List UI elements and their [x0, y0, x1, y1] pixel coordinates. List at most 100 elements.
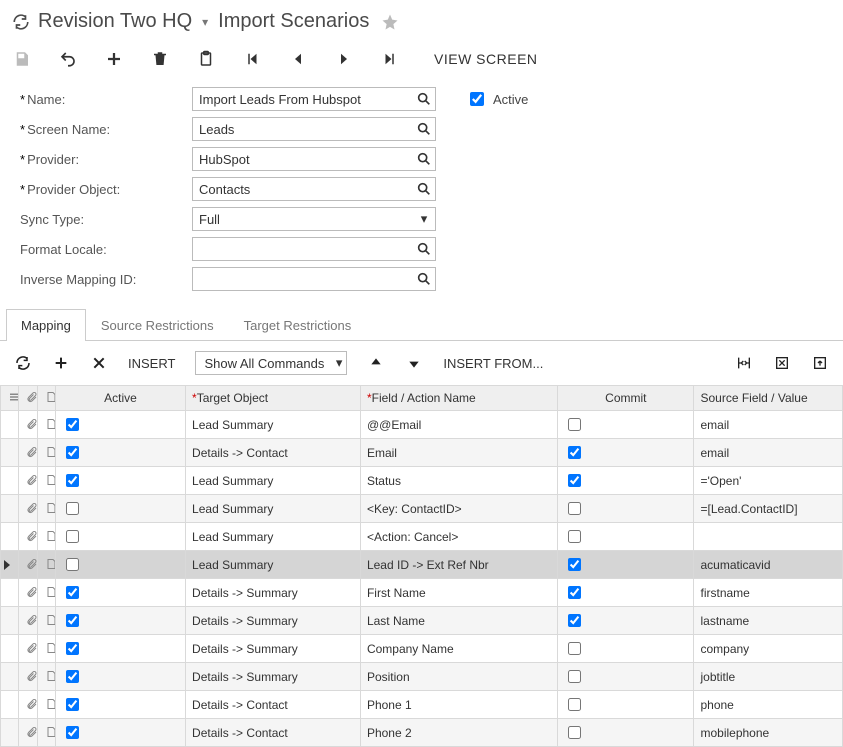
row-selector[interactable]: [1, 551, 19, 579]
field-header[interactable]: *Field / Action Name: [360, 386, 557, 411]
active-cell[interactable]: [55, 439, 185, 467]
view-screen-button[interactable]: VIEW SCREEN: [434, 51, 538, 67]
star-icon[interactable]: [381, 13, 399, 31]
table-row[interactable]: Details -> ContactPhone 2mobilephone: [1, 719, 843, 747]
active-checkbox[interactable]: [470, 92, 484, 106]
target-cell[interactable]: Details -> Summary: [186, 579, 361, 607]
field-cell[interactable]: Last Name: [360, 607, 557, 635]
table-row[interactable]: Details -> SummaryFirst Namefirstname: [1, 579, 843, 607]
source-cell[interactable]: jobtitle: [694, 663, 843, 691]
format-locale-input[interactable]: [192, 237, 436, 261]
search-icon[interactable]: [416, 181, 432, 197]
search-icon[interactable]: [416, 91, 432, 107]
delete-icon[interactable]: [150, 49, 170, 69]
screen-name-input[interactable]: [192, 117, 436, 141]
target-cell[interactable]: Details -> Contact: [186, 719, 361, 747]
commit-cell[interactable]: [558, 495, 694, 523]
row-selector[interactable]: [1, 635, 19, 663]
chevron-down-icon[interactable]: ▾: [202, 15, 208, 29]
field-cell[interactable]: Phone 1: [360, 691, 557, 719]
target-cell[interactable]: Lead Summary: [186, 467, 361, 495]
row-selector[interactable]: [1, 663, 19, 691]
search-icon[interactable]: [416, 121, 432, 137]
attachment-icon[interactable]: [19, 691, 37, 719]
table-row[interactable]: Details -> SummaryCompany Namecompany: [1, 635, 843, 663]
target-cell[interactable]: Lead Summary: [186, 411, 361, 439]
table-row[interactable]: Details -> SummaryLast Namelastname: [1, 607, 843, 635]
attachment-icon[interactable]: [19, 439, 37, 467]
search-icon[interactable]: [416, 241, 432, 257]
command-filter-select[interactable]: Show All Commands ▾: [195, 351, 347, 375]
notes-icon[interactable]: [37, 691, 55, 719]
upload-icon[interactable]: [811, 354, 829, 372]
notes-icon[interactable]: [37, 523, 55, 551]
tab-source-restrictions[interactable]: Source Restrictions: [86, 309, 229, 341]
attachment-icon[interactable]: [19, 467, 37, 495]
notes-icon[interactable]: [37, 495, 55, 523]
commit-cell[interactable]: [558, 579, 694, 607]
insert-from-button[interactable]: INSERT FROM...: [443, 356, 543, 371]
commit-cell[interactable]: [558, 523, 694, 551]
commit-cell[interactable]: [558, 719, 694, 747]
attachment-header[interactable]: [19, 386, 37, 411]
grid-delete-icon[interactable]: [90, 354, 108, 372]
table-row[interactable]: Details -> SummaryPositionjobtitle: [1, 663, 843, 691]
commit-cell[interactable]: [558, 467, 694, 495]
row-selector[interactable]: [1, 607, 19, 635]
commit-cell[interactable]: [558, 551, 694, 579]
attachment-icon[interactable]: [19, 607, 37, 635]
active-cell[interactable]: [55, 607, 185, 635]
grid-refresh-icon[interactable]: [14, 354, 32, 372]
table-row[interactable]: Details -> ContactPhone 1 phone: [1, 691, 843, 719]
source-cell[interactable]: mobilephone: [694, 719, 843, 747]
source-cell[interactable]: [694, 523, 843, 551]
notes-icon[interactable]: [37, 719, 55, 747]
provider-object-input[interactable]: [192, 177, 436, 201]
active-cell[interactable]: [55, 495, 185, 523]
last-icon[interactable]: [380, 49, 400, 69]
active-cell[interactable]: [55, 635, 185, 663]
row-down-icon[interactable]: [405, 354, 423, 372]
active-cell[interactable]: [55, 551, 185, 579]
provider-input[interactable]: [192, 147, 436, 171]
target-cell[interactable]: Details -> Summary: [186, 663, 361, 691]
target-cell[interactable]: Details -> Contact: [186, 439, 361, 467]
notes-icon[interactable]: [37, 607, 55, 635]
target-cell[interactable]: Details -> Summary: [186, 635, 361, 663]
attachment-icon[interactable]: [19, 663, 37, 691]
notes-icon[interactable]: [37, 663, 55, 691]
source-header[interactable]: Source Field / Value: [694, 386, 843, 411]
first-icon[interactable]: [242, 49, 262, 69]
source-cell[interactable]: email: [694, 439, 843, 467]
table-row[interactable]: Lead SummaryLead ID -> Ext Ref Nbracumat…: [1, 551, 843, 579]
active-cell[interactable]: [55, 411, 185, 439]
row-selector[interactable]: [1, 523, 19, 551]
table-row[interactable]: Lead Summary@@Emailemail: [1, 411, 843, 439]
target-cell[interactable]: Details -> Summary: [186, 607, 361, 635]
clipboard-dropdown-icon[interactable]: [196, 49, 216, 69]
field-cell[interactable]: Lead ID -> Ext Ref Nbr: [360, 551, 557, 579]
target-cell[interactable]: Lead Summary: [186, 495, 361, 523]
next-icon[interactable]: [334, 49, 354, 69]
table-row[interactable]: Details -> ContactEmailemail: [1, 439, 843, 467]
field-cell[interactable]: Company Name: [360, 635, 557, 663]
field-cell[interactable]: First Name: [360, 579, 557, 607]
target-cell[interactable]: Details -> Contact: [186, 691, 361, 719]
row-selector[interactable]: [1, 495, 19, 523]
row-up-icon[interactable]: [367, 354, 385, 372]
attachment-icon[interactable]: [19, 495, 37, 523]
source-cell[interactable]: ='Open': [694, 467, 843, 495]
row-selector[interactable]: [1, 579, 19, 607]
commit-cell[interactable]: [558, 691, 694, 719]
source-cell[interactable]: =[Lead.ContactID]: [694, 495, 843, 523]
notes-icon[interactable]: [37, 551, 55, 579]
notes-icon[interactable]: [37, 439, 55, 467]
source-cell[interactable]: phone: [694, 691, 843, 719]
name-input[interactable]: [192, 87, 436, 111]
search-icon[interactable]: [416, 151, 432, 167]
commit-cell[interactable]: [558, 411, 694, 439]
attachment-icon[interactable]: [19, 411, 37, 439]
target-header[interactable]: *Target Object: [186, 386, 361, 411]
table-row[interactable]: Lead Summary<Action: Cancel>: [1, 523, 843, 551]
fit-columns-icon[interactable]: [735, 354, 753, 372]
